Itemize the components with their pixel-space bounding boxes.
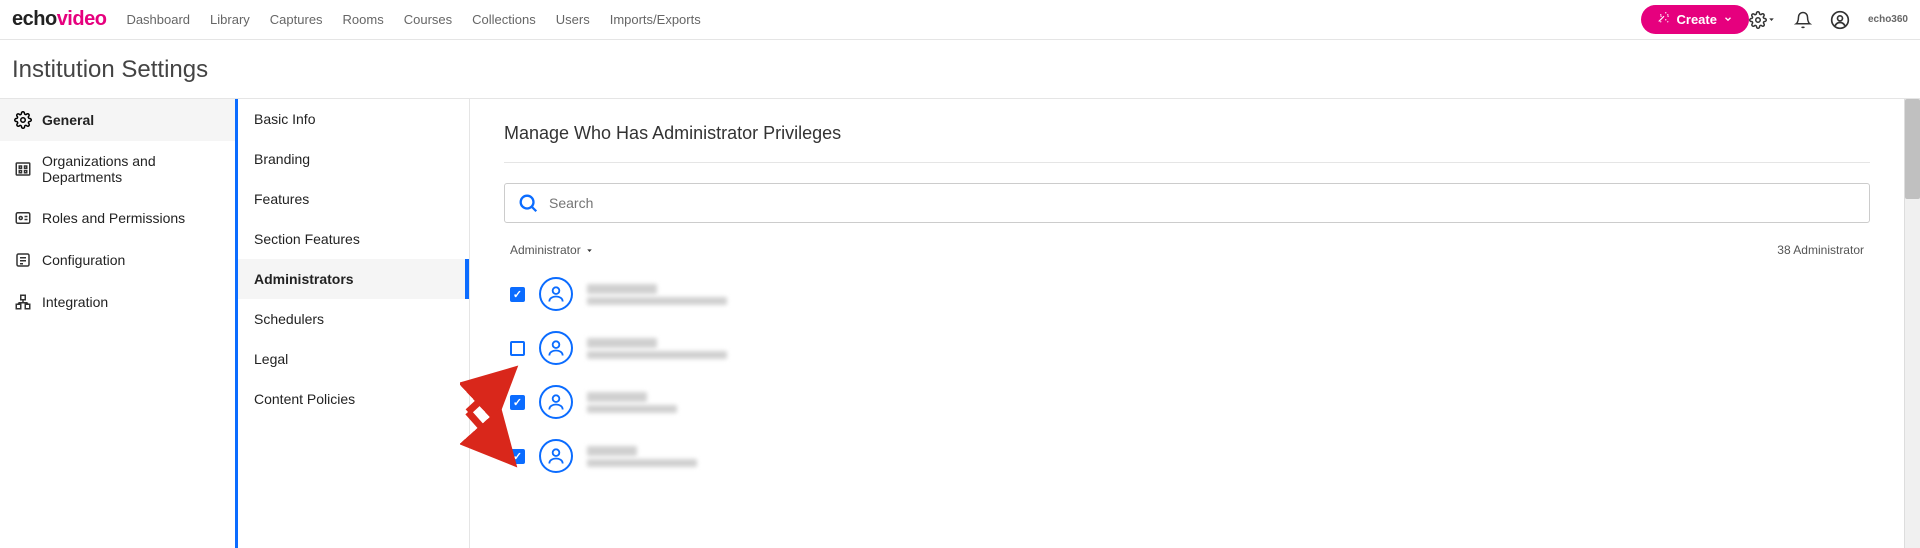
sort-row: Administrator 38 Administrator bbox=[504, 243, 1870, 257]
wand-icon bbox=[1657, 11, 1671, 28]
sidebar2-content-policies[interactable]: Content Policies bbox=[238, 379, 469, 419]
create-button-label: Create bbox=[1677, 12, 1717, 27]
nav-rooms[interactable]: Rooms bbox=[343, 12, 384, 27]
primary-nav: Dashboard Library Captures Rooms Courses… bbox=[126, 12, 1630, 27]
user-text bbox=[587, 284, 727, 305]
user-name-redacted bbox=[587, 284, 657, 294]
sidebar2-branding[interactable]: Branding bbox=[238, 139, 469, 179]
settings-category-sidebar: General Organizations and Departments Ro… bbox=[0, 99, 235, 548]
user-circle-icon bbox=[1830, 10, 1850, 30]
notifications-button[interactable] bbox=[1794, 11, 1812, 29]
user-text bbox=[587, 392, 677, 413]
sidebar1-label: Configuration bbox=[42, 252, 125, 268]
user-name-redacted bbox=[587, 338, 657, 348]
user-avatar-icon bbox=[539, 439, 573, 473]
divider bbox=[504, 162, 1870, 163]
account-button[interactable] bbox=[1830, 10, 1850, 30]
sidebar2-basic-info[interactable]: Basic Info bbox=[238, 99, 469, 139]
integration-icon bbox=[14, 293, 32, 311]
nav-imports-exports[interactable]: Imports/Exports bbox=[610, 12, 701, 27]
search-box[interactable] bbox=[504, 183, 1870, 223]
nav-dashboard[interactable]: Dashboard bbox=[126, 12, 190, 27]
sidebar2-features[interactable]: Features bbox=[238, 179, 469, 219]
sort-label-text: Administrator bbox=[510, 243, 581, 257]
create-button[interactable]: Create bbox=[1641, 5, 1749, 34]
sort-by-administrator[interactable]: Administrator bbox=[510, 243, 594, 257]
sidebar2-administrators[interactable]: Administrators bbox=[238, 259, 469, 299]
content-panel: Manage Who Has Administrator Privileges … bbox=[470, 99, 1904, 548]
sidebar1-configuration[interactable]: Configuration bbox=[0, 239, 235, 281]
nav-courses[interactable]: Courses bbox=[404, 12, 452, 27]
org-icon bbox=[14, 160, 32, 178]
user-name-redacted bbox=[587, 446, 637, 456]
logo-part2: video bbox=[57, 8, 107, 30]
user-text bbox=[587, 446, 697, 467]
top-nav-bar: echovideo Dashboard Library Captures Roo… bbox=[0, 0, 1920, 40]
brand-mark: echo360 bbox=[1868, 14, 1908, 25]
sidebar2-schedulers[interactable]: Schedulers bbox=[238, 299, 469, 339]
user-row[interactable] bbox=[504, 325, 1870, 379]
sidebar1-label: Roles and Permissions bbox=[42, 210, 185, 226]
config-icon bbox=[14, 251, 32, 269]
user-row[interactable] bbox=[504, 433, 1870, 487]
user-checkbox[interactable] bbox=[510, 341, 525, 356]
sidebar1-roles[interactable]: Roles and Permissions bbox=[0, 197, 235, 239]
user-avatar-icon bbox=[539, 331, 573, 365]
logo-part1: echo bbox=[12, 8, 57, 30]
user-name-redacted bbox=[587, 392, 647, 402]
nav-users[interactable]: Users bbox=[556, 12, 590, 27]
user-email-redacted bbox=[587, 297, 727, 305]
nav-captures[interactable]: Captures bbox=[270, 12, 323, 27]
scrollbar-thumb[interactable] bbox=[1905, 99, 1920, 199]
topbar-right: echo360 bbox=[1749, 10, 1908, 30]
sidebar1-label: General bbox=[42, 112, 94, 128]
settings-sub-sidebar: Basic Info Branding Features Section Fea… bbox=[235, 99, 470, 548]
page-title: Institution Settings bbox=[0, 40, 1920, 98]
nav-collections[interactable]: Collections bbox=[472, 12, 536, 27]
user-row[interactable] bbox=[504, 379, 1870, 433]
bell-icon bbox=[1794, 11, 1812, 29]
user-row[interactable] bbox=[504, 271, 1870, 325]
search-input[interactable] bbox=[549, 195, 1857, 211]
sidebar2-section-features[interactable]: Section Features bbox=[238, 219, 469, 259]
sidebar1-organizations[interactable]: Organizations and Departments bbox=[0, 141, 235, 197]
user-avatar-icon bbox=[539, 385, 573, 419]
user-email-redacted bbox=[587, 351, 727, 359]
user-email-redacted bbox=[587, 405, 677, 413]
settings-dropdown[interactable] bbox=[1749, 11, 1776, 29]
sidebar2-legal[interactable]: Legal bbox=[238, 339, 469, 379]
user-list bbox=[504, 271, 1870, 487]
main-area: General Organizations and Departments Ro… bbox=[0, 98, 1920, 548]
nav-library[interactable]: Library bbox=[210, 12, 250, 27]
user-text bbox=[587, 338, 727, 359]
roles-icon bbox=[14, 209, 32, 227]
search-icon bbox=[517, 192, 539, 214]
user-checkbox[interactable] bbox=[510, 449, 525, 464]
logo[interactable]: echovideo bbox=[12, 8, 106, 31]
user-email-redacted bbox=[587, 459, 697, 467]
sidebar1-label: Organizations and Departments bbox=[42, 153, 221, 185]
user-checkbox[interactable] bbox=[510, 287, 525, 302]
caret-down-icon bbox=[585, 246, 594, 255]
chevron-down-icon bbox=[1723, 12, 1733, 27]
admin-count: 38 Administrator bbox=[1777, 243, 1864, 257]
sidebar1-integration[interactable]: Integration bbox=[0, 281, 235, 323]
gear-icon bbox=[1749, 11, 1767, 29]
sidebar1-label: Integration bbox=[42, 294, 108, 310]
gear-icon bbox=[14, 111, 32, 129]
sidebar1-general[interactable]: General bbox=[0, 99, 235, 141]
user-checkbox[interactable] bbox=[510, 395, 525, 410]
user-avatar-icon bbox=[539, 277, 573, 311]
caret-down-icon bbox=[1767, 15, 1776, 24]
content-title: Manage Who Has Administrator Privileges bbox=[504, 123, 1870, 144]
scrollbar[interactable] bbox=[1904, 99, 1920, 548]
